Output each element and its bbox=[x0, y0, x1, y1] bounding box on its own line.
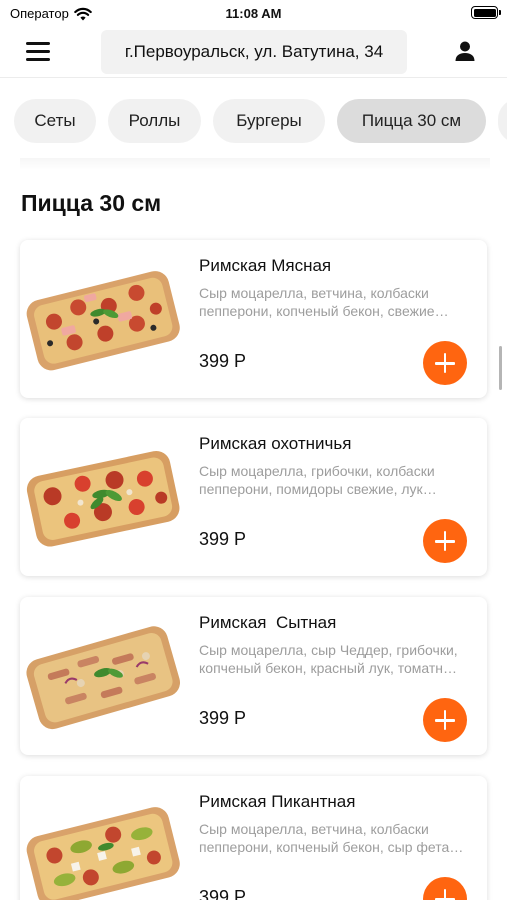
product-price: 399 Р bbox=[199, 351, 247, 371]
product-description: Сыр моцарелла, ветчина, колбаски пепперо… bbox=[199, 821, 454, 855]
product-image bbox=[26, 271, 180, 371]
product-name: Римская охотничья bbox=[199, 434, 352, 453]
tab-sets[interactable]: Сеты bbox=[14, 99, 96, 143]
product-card[interactable]: Римская Сытная Сыр моцарелла, сыр Чеддер… bbox=[20, 597, 487, 755]
product-name: Римская Сытная bbox=[199, 613, 337, 632]
product-price: 399 Р bbox=[199, 887, 247, 900]
product-price: 399 Р bbox=[199, 529, 247, 549]
product-description: Сыр моцарелла, сыр Чеддер, грибочки, коп… bbox=[199, 642, 461, 676]
add-to-cart-button[interactable] bbox=[423, 519, 467, 563]
product-description: Сыр моцарелла, ветчина, колбаски пепперо… bbox=[199, 285, 435, 319]
product-card[interactable]: Римская Пикантная Сыр моцарелла, ветчина… bbox=[20, 776, 487, 900]
product-name: Римская Пикантная bbox=[199, 792, 356, 811]
delivery-address-selector[interactable]: г.Первоуральск, ул. Ватутина, 34 bbox=[101, 30, 407, 74]
add-to-cart-button[interactable] bbox=[423, 698, 467, 742]
tabs-divider bbox=[20, 158, 490, 170]
product-name: Римская Мясная bbox=[199, 256, 332, 275]
battery-icon bbox=[471, 6, 501, 19]
add-to-cart-button[interactable] bbox=[423, 877, 467, 900]
product-card[interactable]: Римская Мясная Сыр моцарелла, ветчина, к… bbox=[20, 240, 487, 398]
category-tabs: Сеты Роллы Бургеры Пицца 30 см bbox=[0, 99, 507, 143]
tab-pizza-30[interactable]: Пицца 30 см bbox=[337, 99, 486, 143]
status-time: 11:08 AM bbox=[225, 6, 282, 21]
product-description: Сыр моцарелла, грибочки, колбаски пеппер… bbox=[199, 463, 435, 497]
section-title: Пицца 30 см bbox=[21, 190, 162, 216]
scrollbar[interactable] bbox=[499, 346, 502, 390]
add-to-cart-button[interactable] bbox=[423, 341, 467, 385]
product-card[interactable]: Римская охотничья Сыр моцарелла, грибочк… bbox=[20, 418, 487, 576]
product-image bbox=[26, 450, 180, 547]
tab-rolls[interactable]: Роллы bbox=[108, 99, 201, 143]
product-image bbox=[26, 626, 181, 730]
hamburger-menu-icon[interactable] bbox=[26, 42, 50, 62]
status-bar: Оператор 11:08 AM bbox=[0, 0, 507, 28]
product-price: 399 Р bbox=[199, 708, 247, 728]
app-header: г.Первоуральск, ул. Ватутина, 34 bbox=[0, 28, 507, 78]
product-image bbox=[26, 807, 180, 900]
user-icon[interactable] bbox=[454, 40, 476, 62]
tab-next[interactable] bbox=[498, 99, 507, 143]
tab-burgers[interactable]: Бургеры bbox=[213, 99, 325, 143]
